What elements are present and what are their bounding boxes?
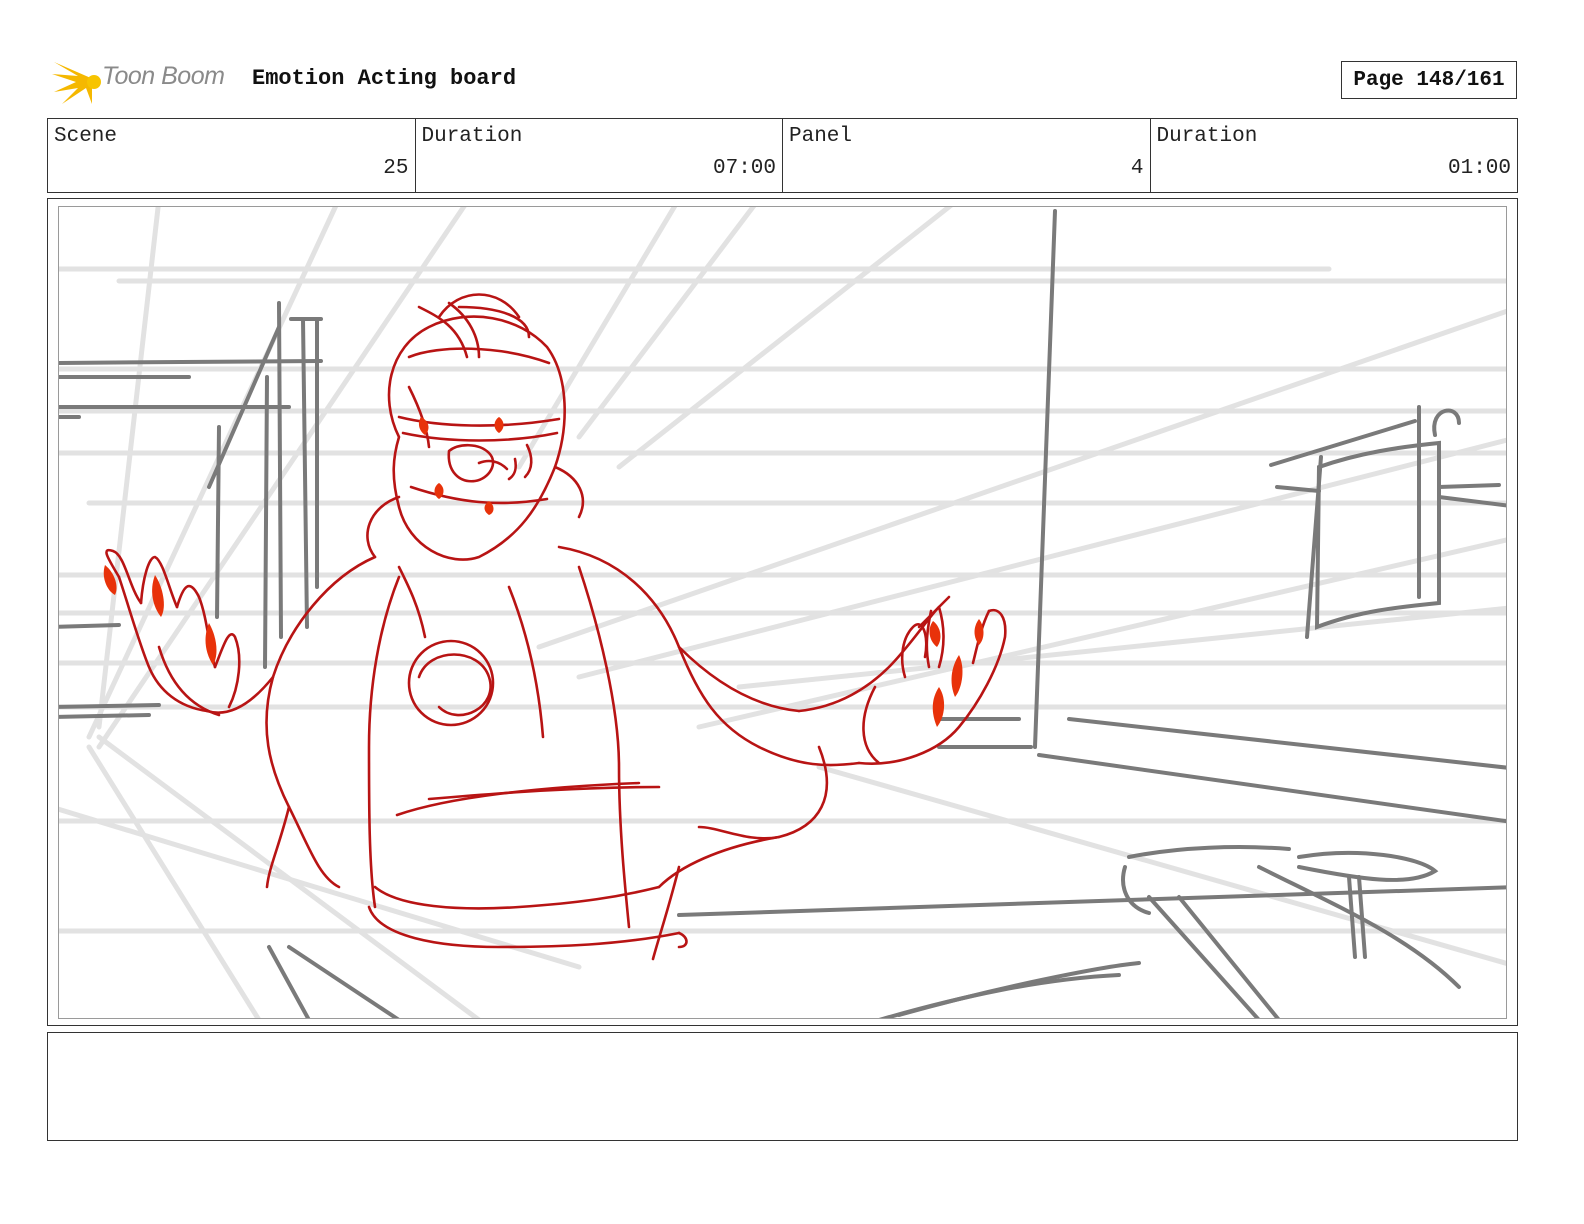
logo-text: Toon Boom: [102, 62, 225, 90]
panel-duration-label: Duration: [1156, 125, 1258, 148]
panel-label: Panel: [789, 125, 853, 148]
scene-value: 25: [383, 157, 409, 180]
scene-label: Scene: [54, 125, 118, 148]
board-title: Emotion Acting board: [252, 66, 517, 91]
panel-duration-cell: Duration 01:00: [1151, 119, 1518, 192]
scene-duration-value: 07:00: [712, 157, 776, 180]
scene-cell: Scene 25: [48, 119, 416, 192]
storyboard-sketch: [59, 207, 1506, 1018]
scene-duration-label: Duration: [421, 125, 523, 148]
page-indicator: Page 148/161: [1341, 61, 1517, 99]
notes-box: [47, 1032, 1518, 1141]
scene-duration-cell: Duration 07:00: [416, 119, 783, 192]
panel-value: 4: [1130, 157, 1144, 180]
panel-duration-value: 01:00: [1447, 157, 1511, 180]
info-row: Scene 25 Duration 07:00 Panel 4 Duration…: [47, 118, 1518, 193]
toon-boom-burst-icon: [52, 62, 101, 104]
panel-image: [58, 206, 1507, 1019]
panel-cell: Panel 4: [783, 119, 1151, 192]
